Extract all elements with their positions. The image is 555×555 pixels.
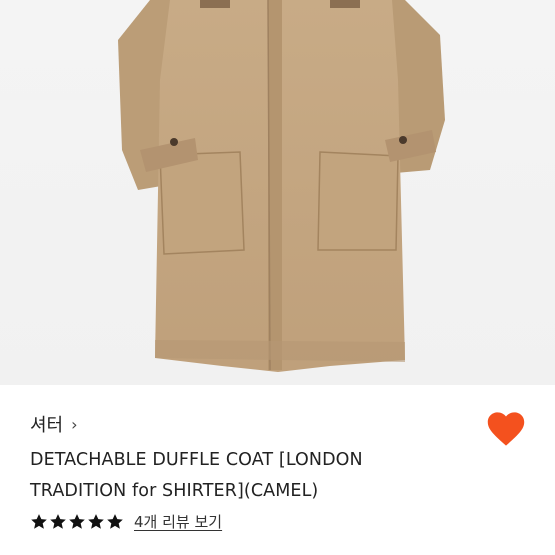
brand-link[interactable]: 셔터 › — [30, 411, 78, 437]
star-icon — [107, 513, 123, 529]
chevron-right-icon: › — [71, 414, 78, 434]
camel-duffle-coat-image — [118, 0, 445, 372]
star-icon — [88, 513, 104, 529]
rating-row: 4개 리뷰 보기 — [30, 511, 222, 532]
star-icon — [50, 513, 66, 529]
star-rating — [30, 513, 124, 531]
product-image — [0, 0, 555, 385]
heart-icon[interactable] — [487, 411, 525, 447]
star-icon — [69, 513, 85, 529]
product-title: DETACHABLE DUFFLE COAT [LONDON TRADITION… — [30, 450, 363, 501]
review-link[interactable]: 4개 리뷰 보기 — [134, 511, 222, 532]
brand-name: 셔터 — [30, 415, 64, 436]
star-icon — [31, 513, 47, 529]
